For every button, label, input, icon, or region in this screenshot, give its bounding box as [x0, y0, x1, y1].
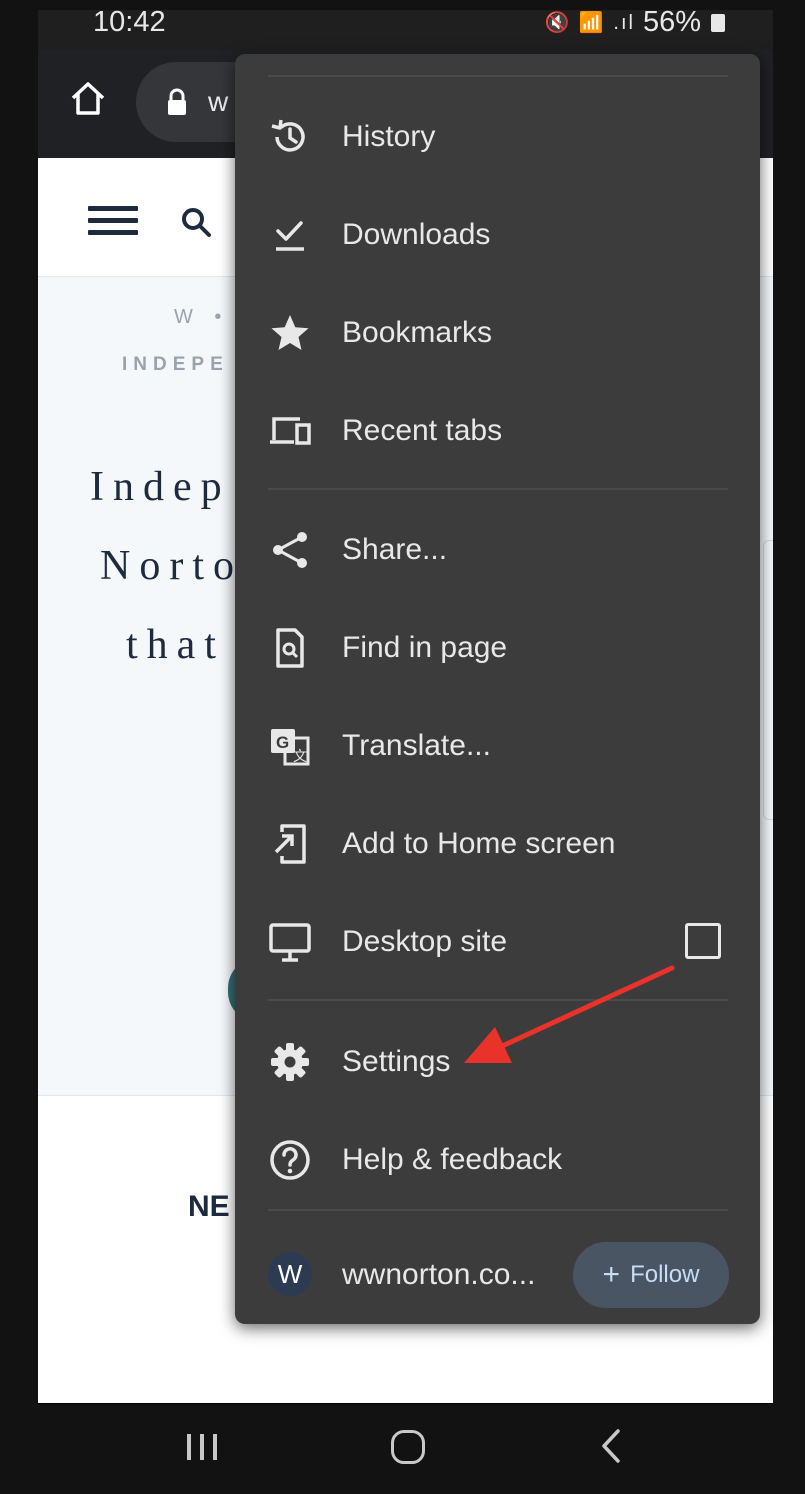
menu-item-translate[interactable]: G 文 Translate...: [235, 707, 760, 785]
translate-icon: G 文: [271, 729, 310, 766]
phone-screen: 10:42 🔇 📶 .ıl 56% w W • INDEPE Indep Nor…: [38, 10, 773, 1490]
status-time: 10:42: [93, 10, 166, 38]
battery-percent: 56%: [642, 10, 701, 38]
menu-item-label: Recent tabs: [342, 414, 503, 447]
status-bar: 10:42 🔇 📶 .ıl 56%: [38, 10, 773, 50]
gear-icon: [271, 1043, 309, 1081]
menu-item-recent-tabs[interactable]: Recent tabs: [235, 392, 760, 470]
menu-divider: [268, 1209, 728, 1211]
signal-icons: 🔇 📶 .ıl: [544, 12, 635, 34]
hamburger-menu-icon[interactable]: [88, 206, 138, 240]
headline-line: Indep: [90, 464, 231, 510]
back-icon[interactable]: [598, 1428, 624, 1464]
star-icon: [271, 315, 309, 350]
follow-label: Follow: [630, 1261, 700, 1288]
menu-item-find-in-page[interactable]: Find in page: [235, 609, 760, 687]
url-text: w: [208, 86, 229, 117]
menu-item-label: Bookmarks: [342, 316, 493, 349]
menu-item-label: Find in page: [342, 631, 508, 664]
menu-item-label: History: [342, 120, 436, 153]
menu-item-label: Desktop site: [342, 925, 508, 958]
lock-icon: [168, 88, 186, 115]
devices-icon: [270, 417, 311, 445]
menu-top-divider: [268, 75, 728, 77]
menu-item-help-feedback[interactable]: Help & feedback: [235, 1121, 760, 1199]
nav-home-button[interactable]: [391, 1430, 425, 1464]
menu-item-bookmarks[interactable]: Bookmarks: [235, 294, 760, 372]
site-avatar: W: [268, 1252, 312, 1296]
find-in-page-icon: [276, 628, 304, 668]
add-to-home-icon: [274, 824, 306, 864]
menu-item-label: Downloads: [342, 218, 491, 251]
downloads-icon: [276, 221, 304, 251]
headline-line: that: [126, 622, 225, 668]
status-right: 🔇 📶 .ıl 56%: [544, 10, 725, 39]
page-headline: Indep Norto that: [90, 448, 243, 685]
page-news-heading: NE: [188, 1190, 230, 1223]
plus-icon: +: [602, 1258, 621, 1291]
menu-item-label: Add to Home screen: [342, 827, 616, 860]
page-kicker-2: INDEPE: [122, 354, 229, 375]
menu-divider: [268, 999, 728, 1001]
menu-item-label: Settings: [342, 1045, 451, 1078]
home-icon[interactable]: [68, 78, 108, 118]
system-nav-bar: [38, 1404, 773, 1490]
site-label: wwnorton.co...: [342, 1258, 536, 1291]
menu-item-label: Translate...: [342, 729, 491, 762]
svg-text:文: 文: [293, 748, 307, 764]
headline-line: Norto: [100, 543, 243, 589]
search-icon[interactable]: [178, 204, 214, 240]
page-scroll-handle: [763, 540, 773, 820]
help-icon: [270, 1140, 310, 1180]
svg-text:G: G: [276, 733, 289, 752]
menu-item-history[interactable]: History: [235, 98, 760, 176]
page-kicker: W •: [174, 306, 230, 328]
desktop-site-checkbox[interactable]: [685, 923, 721, 959]
share-icon: [273, 532, 307, 568]
menu-item-settings[interactable]: Settings: [235, 1023, 760, 1101]
menu-item-label: Share...: [342, 533, 448, 566]
menu-divider: [268, 488, 728, 490]
menu-item-add-to-home[interactable]: Add to Home screen: [235, 805, 760, 883]
history-icon: [271, 119, 305, 152]
menu-item-desktop-site[interactable]: Desktop site: [235, 903, 760, 981]
follow-button[interactable]: + Follow: [573, 1242, 729, 1308]
battery-icon: [711, 13, 725, 32]
site-follow-row: W wwnorton.co... + Follow: [235, 1234, 760, 1314]
monitor-icon: [269, 923, 311, 962]
menu-item-downloads[interactable]: Downloads: [235, 196, 760, 274]
menu-item-label: Help & feedback: [342, 1143, 563, 1176]
recent-apps-icon[interactable]: [185, 1432, 219, 1462]
overflow-menu: History Downloads Bookmarks Recent tabs: [235, 54, 760, 1324]
menu-item-share[interactable]: Share...: [235, 511, 760, 589]
